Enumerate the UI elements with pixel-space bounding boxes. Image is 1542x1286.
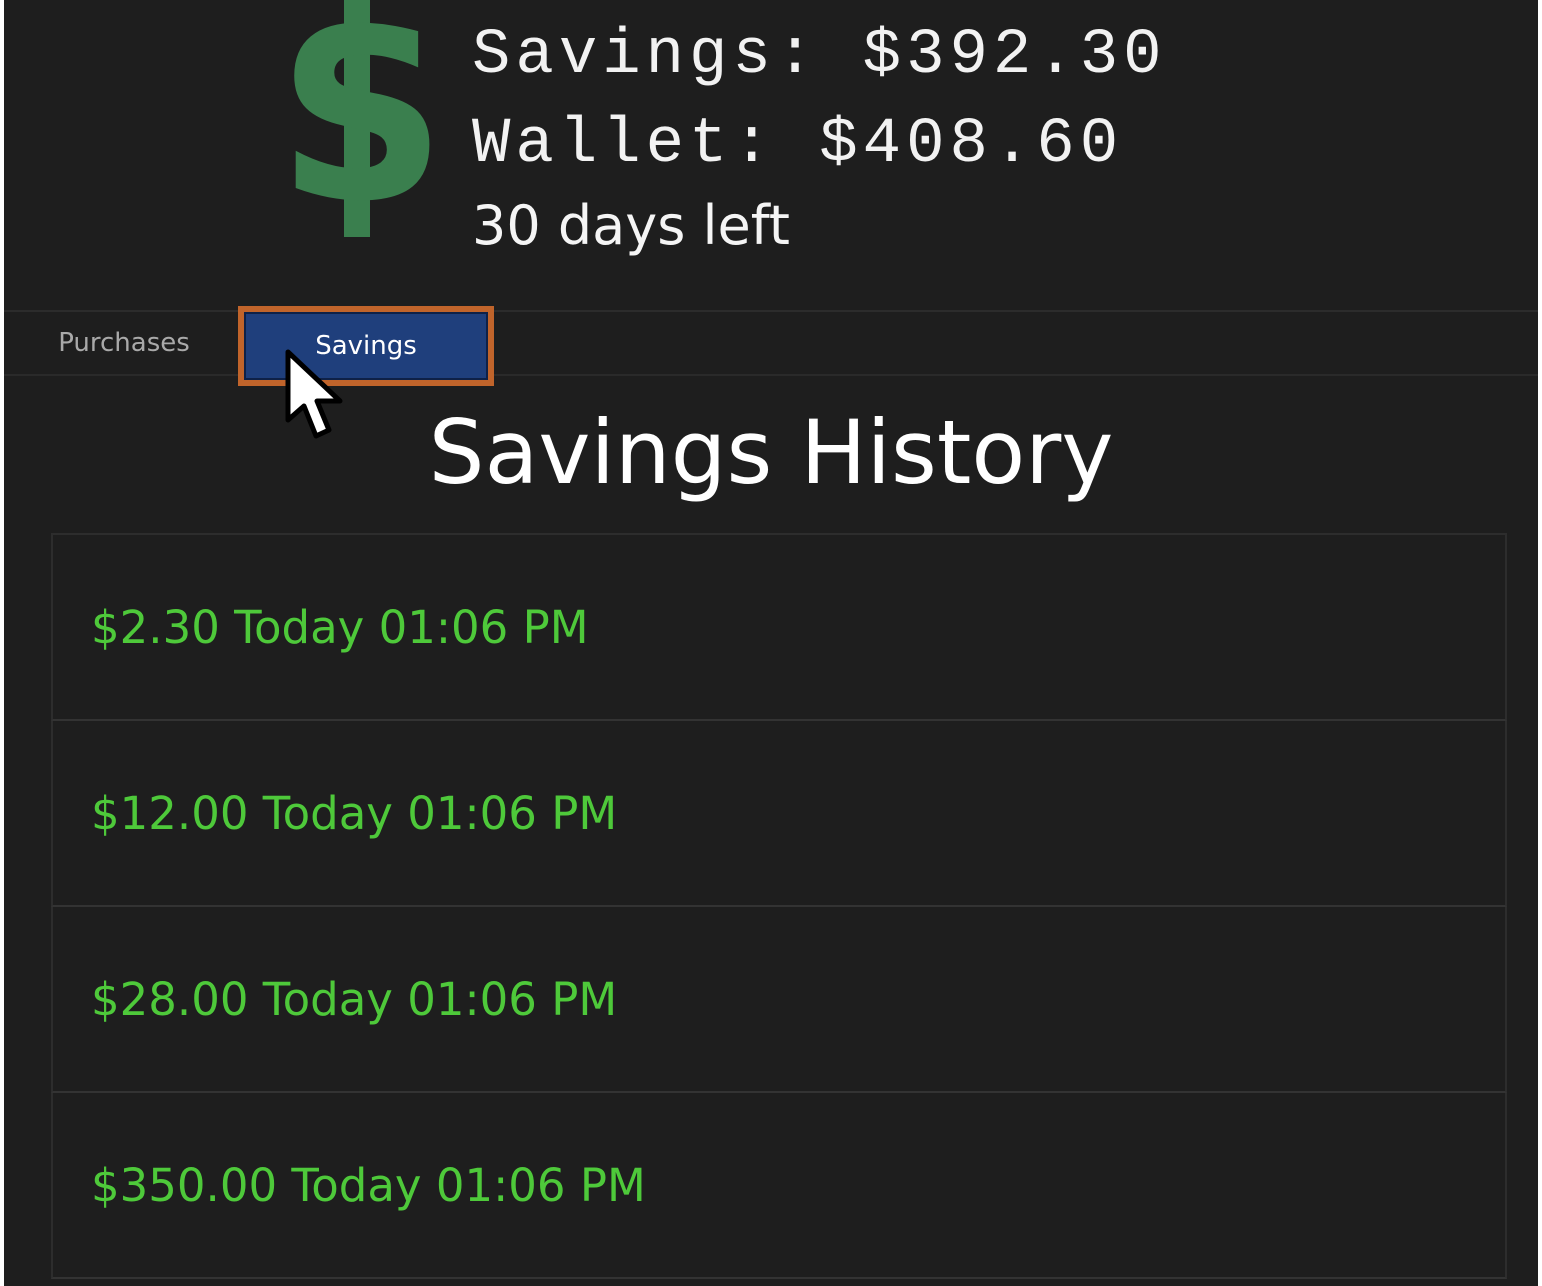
list-item[interactable]: $350.00 Today 01:06 PM xyxy=(51,1093,1507,1279)
tab-purchases[interactable]: Purchases xyxy=(34,312,214,374)
svg-text:S: S xyxy=(277,0,446,237)
list-item[interactable]: $2.30 Today 01:06 PM xyxy=(51,535,1507,721)
app-window: S Savings: $392.30 Wallet: $408.60 30 da… xyxy=(4,0,1538,1286)
dollar-sign-icon: S xyxy=(277,0,447,237)
tab-bar: Purchases Savings xyxy=(4,306,1538,386)
list-item[interactable]: $12.00 Today 01:06 PM xyxy=(51,721,1507,907)
summary-header: S Savings: $392.30 Wallet: $408.60 30 da… xyxy=(4,0,1538,312)
savings-history-list: $2.30 Today 01:06 PM $12.00 Today 01:06 … xyxy=(51,533,1507,1279)
savings-balance: Savings: $392.30 xyxy=(472,20,1167,92)
list-item[interactable]: $28.00 Today 01:06 PM xyxy=(51,907,1507,1093)
tab-savings[interactable]: Savings xyxy=(238,306,494,386)
wallet-balance: Wallet: $408.60 xyxy=(472,109,1124,181)
page-title: Savings History xyxy=(428,401,1114,504)
days-left-label: 30 days left xyxy=(472,194,790,257)
